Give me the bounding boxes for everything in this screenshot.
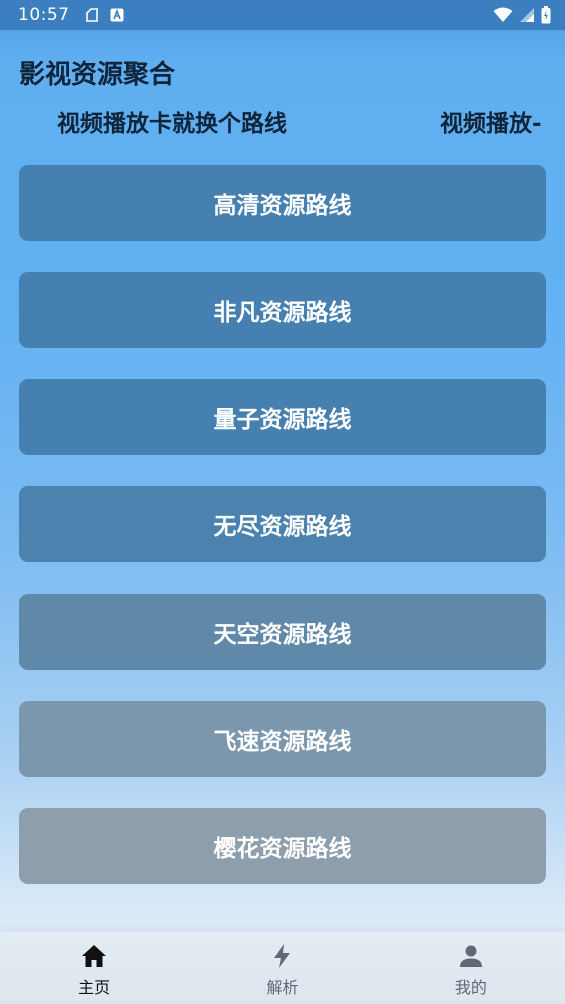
route-button-label: 樱花资源路线: [213, 836, 352, 862]
route-button-feifan[interactable]: 非凡资源路线: [19, 272, 546, 348]
route-button-tiankong[interactable]: 天空资源路线: [19, 594, 546, 670]
nav-item-mine[interactable]: 我的: [377, 932, 565, 1004]
nav-label-home: 主页: [78, 978, 111, 997]
route-button-label: 天空资源路线: [213, 622, 352, 648]
sim-card-icon: [84, 7, 100, 23]
route-button-label: 飞速资源路线: [213, 729, 352, 755]
marquee-text-repeat: 视频播放-: [440, 111, 542, 137]
route-button-feisu[interactable]: 飞速资源路线: [19, 701, 546, 777]
bottom-nav: 主页 解析 我的: [0, 932, 565, 1004]
status-right-icons: [493, 6, 551, 24]
accessibility-a-icon: [110, 8, 124, 22]
lightning-bolt-icon: [271, 942, 293, 970]
marquee-text: 视频播放卡就换个路线: [57, 111, 287, 137]
route-button-label: 非凡资源路线: [213, 300, 352, 326]
nav-label-mine: 我的: [454, 978, 487, 997]
nav-item-home[interactable]: 主页: [0, 932, 188, 1004]
nav-label-parse: 解析: [266, 978, 299, 997]
status-left-icons: [84, 7, 124, 23]
route-button-hd[interactable]: 高清资源路线: [19, 165, 546, 241]
route-button-wujin[interactable]: 无尽资源路线: [19, 486, 546, 562]
status-bar: 10:57: [0, 0, 565, 30]
status-time: 10:57: [18, 5, 70, 25]
route-button-label: 无尽资源路线: [213, 514, 352, 540]
page-title: 影视资源聚合: [19, 60, 176, 90]
battery-icon: [541, 6, 551, 24]
cellular-signal-icon: [519, 7, 535, 23]
wifi-icon: [493, 7, 513, 23]
route-button-yinghua[interactable]: 樱花资源路线: [19, 808, 546, 884]
home-icon: [81, 942, 107, 970]
person-icon: [459, 942, 483, 970]
marquee-notice: 视频播放卡就换个路线 视频播放-: [0, 104, 565, 140]
nav-item-parse[interactable]: 解析: [188, 932, 376, 1004]
route-button-label: 量子资源路线: [213, 407, 352, 433]
route-button-liangzi[interactable]: 量子资源路线: [19, 379, 546, 455]
route-button-label: 高清资源路线: [213, 193, 352, 219]
